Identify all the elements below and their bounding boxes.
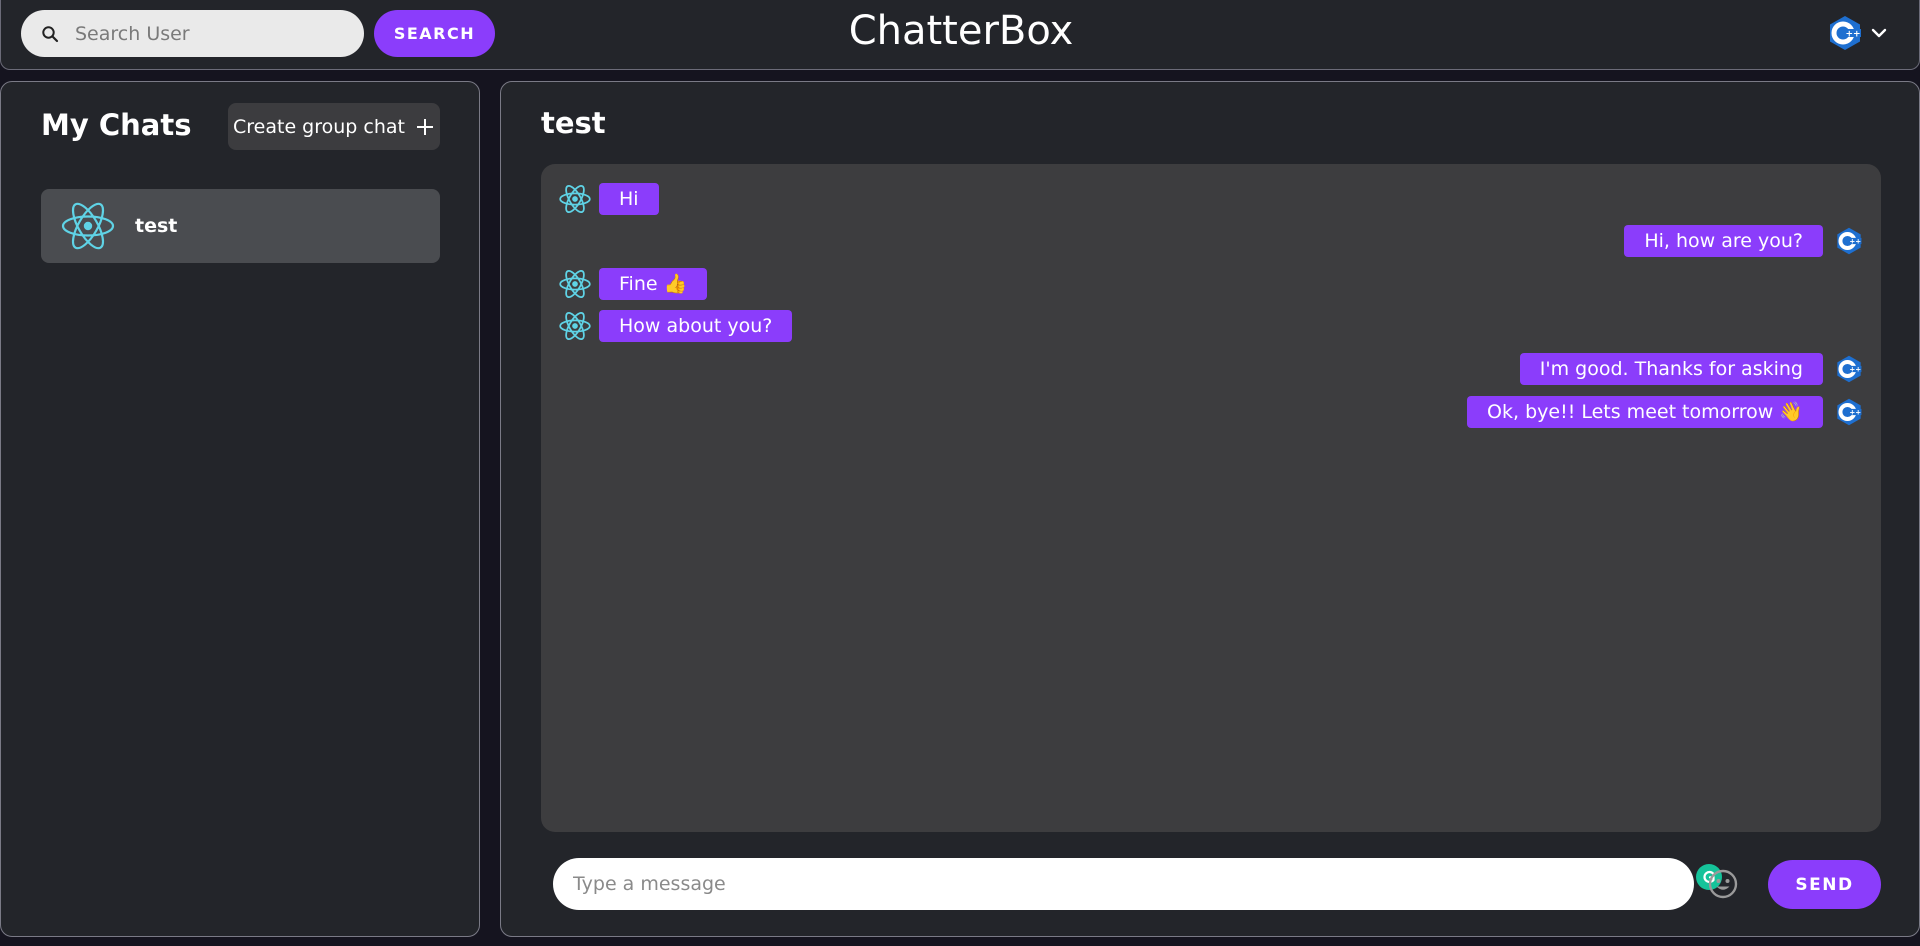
message-row: Fine 👍 <box>541 266 1881 302</box>
create-group-chat-button[interactable]: Create group chat <box>228 103 440 150</box>
search-icon <box>42 25 59 42</box>
chat-title: test <box>541 106 606 140</box>
svg-text:++: ++ <box>1849 238 1861 246</box>
chat-panel: test Hi Hi, how are you? ++ Fine 👍 How a… <box>500 81 1920 937</box>
message-bubble: I'm good. Thanks for asking <box>1519 353 1823 385</box>
messages-area[interactable]: Hi Hi, how are you? ++ Fine 👍 How about … <box>541 164 1881 832</box>
plus-icon <box>416 118 433 135</box>
chat-list-item[interactable]: test <box>41 189 440 263</box>
search-box[interactable] <box>21 10 364 57</box>
message-input[interactable] <box>573 868 1633 900</box>
message-bubble: Hi <box>599 183 659 215</box>
create-group-chat-label: Create group chat <box>233 115 405 138</box>
profile-menu[interactable]: ++ <box>1827 13 1887 53</box>
message-row: Hi, how are you? ++ <box>541 223 1881 259</box>
message-row: How about you? <box>541 308 1881 344</box>
message-composer[interactable] <box>553 858 1722 910</box>
react-logo-icon <box>559 184 591 214</box>
react-logo-icon <box>559 311 591 341</box>
chat-list-item-name: test <box>135 215 178 237</box>
cpp-logo-icon: ++ <box>1837 355 1862 383</box>
message-row: Ok, bye!! Lets meet tomorrow 👋 ++ <box>541 394 1881 430</box>
message-row: Hi <box>541 181 1881 217</box>
message-row: I'm good. Thanks for asking ++ <box>541 351 1881 387</box>
cpp-logo-icon: ++ <box>1837 227 1862 255</box>
svg-text:++: ++ <box>1849 366 1861 374</box>
search-button[interactable]: SEARCH <box>374 10 495 57</box>
search-input[interactable] <box>75 18 335 49</box>
emoji-icon <box>1708 869 1738 899</box>
message-bubble: Hi, how are you? <box>1624 225 1823 257</box>
message-bubble: Ok, bye!! Lets meet tomorrow 👋 <box>1467 396 1823 428</box>
send-button[interactable]: SEND <box>1768 860 1881 909</box>
my-chats-title: My Chats <box>41 108 192 142</box>
message-bubble: How about you? <box>599 310 793 342</box>
svg-text:++: ++ <box>1849 409 1861 417</box>
top-bar: SEARCH ChatterBox ++ <box>0 0 1920 70</box>
cpp-logo-icon: ++ <box>1830 16 1861 50</box>
react-logo-icon <box>61 202 115 250</box>
svg-text:++: ++ <box>1845 30 1860 40</box>
cpp-logo-icon: ++ <box>1837 398 1862 426</box>
chevron-down-icon[interactable] <box>1871 25 1887 41</box>
my-chats-panel: My Chats Create group chat test <box>0 81 480 937</box>
react-logo-icon <box>559 269 591 299</box>
message-bubble: Fine 👍 <box>599 268 708 300</box>
emoji-button[interactable] <box>1704 865 1742 903</box>
